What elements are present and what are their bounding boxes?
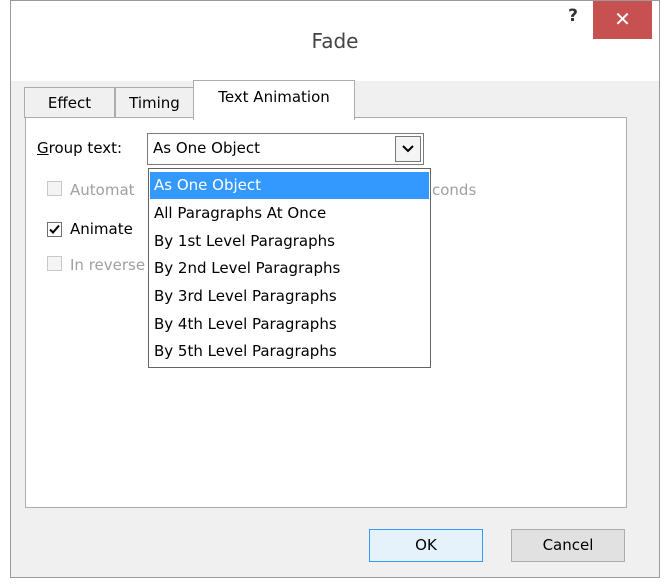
ok-button[interactable]: OK xyxy=(369,529,483,562)
chevron-down-icon[interactable] xyxy=(395,136,421,162)
automatic-seconds-label: conds xyxy=(432,181,477,199)
tab-timing[interactable]: Timing xyxy=(115,87,194,118)
group-text-label: Group text: xyxy=(37,139,123,157)
tab-effect[interactable]: Effect xyxy=(24,87,115,118)
dropdown-option[interactable]: As One Object xyxy=(150,172,429,199)
in-reverse-checkbox[interactable] xyxy=(47,256,62,271)
help-icon[interactable]: ? xyxy=(555,1,591,37)
group-text-dropdown-list: As One Object All Paragraphs At Once By … xyxy=(148,168,431,368)
dropdown-option[interactable]: By 3rd Level Paragraphs xyxy=(150,283,429,310)
automatic-label: Automat xyxy=(70,181,135,199)
group-text-value: As One Object xyxy=(153,139,261,157)
title-bar: Fade ? ✕ xyxy=(11,1,659,81)
automatic-checkbox[interactable] xyxy=(47,181,62,196)
dropdown-option[interactable]: By 5th Level Paragraphs xyxy=(150,338,429,365)
animate-label: Animate xyxy=(70,220,133,238)
animate-checkbox[interactable] xyxy=(47,222,62,237)
group-text-select[interactable]: As One Object xyxy=(147,133,424,165)
in-reverse-label: In reverse xyxy=(70,256,146,274)
close-icon[interactable]: ✕ xyxy=(593,1,652,39)
dropdown-option[interactable]: By 2nd Level Paragraphs xyxy=(150,255,429,282)
cancel-button[interactable]: Cancel xyxy=(511,529,625,562)
dropdown-option[interactable]: By 1st Level Paragraphs xyxy=(150,228,429,255)
dropdown-option[interactable]: By 4th Level Paragraphs xyxy=(150,311,429,338)
tab-text-animation[interactable]: Text Animation xyxy=(193,80,355,120)
dropdown-option[interactable]: All Paragraphs At Once xyxy=(150,200,429,227)
checkmark-icon xyxy=(49,224,60,234)
